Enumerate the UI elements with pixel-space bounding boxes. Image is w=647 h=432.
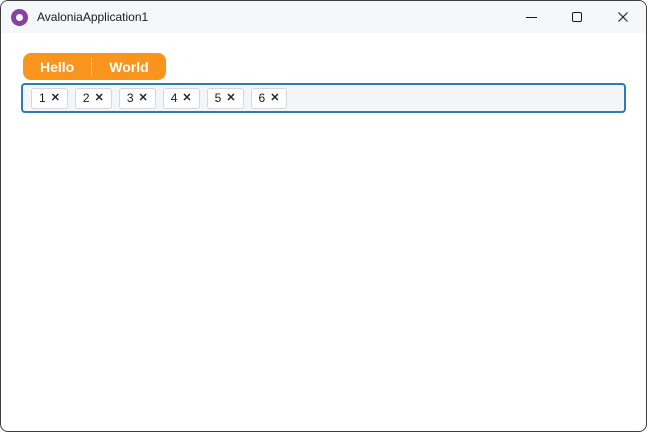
tab-world-label: World — [109, 58, 149, 75]
chip-1[interactable]: 1 ✕ — [31, 87, 68, 109]
chip-6[interactable]: 6 ✕ — [250, 87, 288, 109]
content-area: Hello World 1 ✕ 2 ✕ 3 ✕ 4 ✕ 5 ✕ 6 ✕ — [1, 53, 646, 113]
tab-hello[interactable]: Hello — [23, 53, 91, 80]
titlebar: AvaloniaApplication1 — [1, 1, 646, 33]
chip-4[interactable]: 4 ✕ — [162, 87, 200, 109]
minimize-icon — [525, 16, 537, 18]
tab-strip: Hello World — [23, 53, 166, 80]
chip-1-close-icon[interactable]: ✕ — [51, 92, 60, 104]
chip-3-close-icon[interactable]: ✕ — [139, 92, 148, 104]
app-window: AvaloniaApplication1 Hello World 1 ✕ 2 ✕… — [0, 0, 647, 432]
close-icon — [618, 12, 628, 22]
tab-hello-label: Hello — [40, 58, 75, 75]
close-button[interactable] — [600, 1, 646, 33]
chip-5-close-icon[interactable]: ✕ — [226, 92, 235, 104]
chip-2-close-icon[interactable]: ✕ — [95, 92, 104, 104]
chip-1-label: 1 — [39, 91, 46, 105]
chip-6-close-icon[interactable]: ✕ — [270, 92, 279, 104]
minimize-button[interactable] — [508, 1, 554, 33]
avalonia-logo-hole — [16, 13, 23, 21]
chip-2-label: 2 — [82, 91, 90, 105]
maximize-icon — [572, 12, 582, 22]
tab-world[interactable]: World — [92, 53, 165, 80]
maximize-button[interactable] — [554, 1, 600, 33]
avalonia-logo-icon — [11, 8, 28, 26]
chip-4-close-icon[interactable]: ✕ — [182, 92, 191, 104]
chip-5[interactable]: 5 ✕ — [206, 87, 244, 109]
chip-5-label: 5 — [214, 91, 222, 105]
window-title: AvaloniaApplication1 — [37, 10, 149, 24]
chip-3-label: 3 — [126, 91, 134, 105]
window-controls — [508, 1, 646, 33]
chip-input[interactable]: 1 ✕ 2 ✕ 3 ✕ 4 ✕ 5 ✕ 6 ✕ — [21, 83, 626, 113]
chip-6-label: 6 — [258, 91, 266, 105]
chip-2[interactable]: 2 ✕ — [74, 87, 112, 109]
chip-4-label: 4 — [170, 91, 178, 105]
chip-3[interactable]: 3 ✕ — [118, 87, 156, 109]
